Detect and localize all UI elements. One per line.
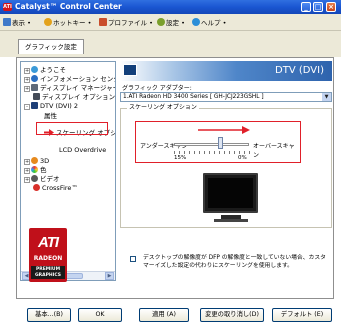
welcome-icon	[31, 66, 38, 73]
monitor-icon	[123, 64, 137, 76]
menu-preferences[interactable]: 設定 •	[157, 18, 185, 28]
slider-tick	[219, 151, 220, 154]
scaling-slider-box: アンダースキャン オーバースキャン 15% 0%	[135, 121, 301, 163]
defaults-button[interactable]: デフォルト (E)	[272, 308, 332, 322]
color-icon	[31, 166, 38, 173]
tree-item-lcd-overdrive[interactable]: LCD Overdrive	[59, 146, 106, 154]
slider-tick	[244, 151, 245, 154]
tree-item-information-center[interactable]: + インフォメーション センタ	[24, 75, 115, 83]
page-title: DTV (DVI)	[275, 65, 324, 76]
main-panel: + ようこそ + インフォメーション センタ + ディスプレイ マネージャー ディスプ…	[16, 57, 334, 299]
maximize-button[interactable]: □	[313, 2, 323, 12]
tree-item-attributes[interactable]: 属性	[44, 112, 57, 120]
settings-page: DTV (DVI) グラフィック アダプター: 1.ATI Radeon HD …	[120, 61, 332, 297]
tv-icon	[31, 102, 38, 109]
direction-arrow-icon	[198, 126, 250, 134]
scroll-right-icon[interactable]: ▶	[105, 272, 114, 280]
view-icon	[3, 18, 11, 26]
adapter-label: グラフィック アダプター:	[122, 85, 192, 92]
slider-tick	[174, 151, 175, 154]
adapter-dropdown[interactable]: 1.ATI Radeon HD 3400 Series [ GH-JCJ223G…	[120, 92, 332, 102]
basic-button[interactable]: 基本...(B)	[27, 308, 71, 322]
overscan-label: オーバースキャン	[253, 143, 295, 159]
tab-strip: グラフィック設定	[0, 31, 341, 57]
crossfire-icon	[33, 184, 40, 191]
ati-app-icon: ATI	[3, 3, 12, 11]
tree-item-dtv-dvi[interactable]: - DTV (DVI) 2	[24, 102, 78, 110]
help-icon	[192, 18, 200, 26]
gpu-scaling-description: デスクトップの解像度が DFP の解像度と一致していない場合、カスタマーイズした…	[143, 255, 326, 269]
min-percent-label: 15%	[174, 155, 187, 161]
slider-tick	[234, 151, 235, 154]
tv-preview	[203, 173, 258, 213]
slider-tick	[229, 151, 230, 154]
menu-view[interactable]: 表示 •	[3, 18, 31, 28]
slider-tick	[189, 151, 190, 154]
group-title: スケーリング オプション	[127, 104, 199, 112]
slider-tick	[214, 151, 215, 154]
info-icon	[31, 75, 38, 82]
display-options-icon	[33, 93, 40, 100]
tab-graphics-settings[interactable]: グラフィック設定	[18, 39, 84, 54]
tree-item-display-manager[interactable]: + ディスプレイ マネージャー	[24, 84, 115, 92]
tree-item-crossfire[interactable]: CrossFire™	[33, 184, 78, 192]
ati-radeon-logo: ATI RADEON PREMIUM GRAPHICS	[29, 228, 67, 282]
slider-tick	[224, 151, 225, 154]
tree-item-video[interactable]: + ビデオ	[24, 175, 60, 183]
profile-icon	[99, 18, 107, 26]
gpu-scaling-checkbox[interactable]	[130, 256, 136, 262]
tv-base	[214, 219, 248, 222]
video-icon	[31, 175, 38, 182]
3d-icon	[31, 157, 38, 164]
tree-item-display-options[interactable]: ディスプレイ オプション	[33, 93, 115, 101]
display-manager-icon	[31, 84, 38, 91]
slider-tick	[239, 151, 240, 154]
ok-button[interactable]: OK	[78, 308, 122, 322]
tree-item-3d[interactable]: +3D	[24, 157, 49, 165]
apply-button[interactable]: 適用 (A)	[139, 308, 189, 322]
settings-icon	[157, 18, 165, 26]
slider-tick	[199, 151, 200, 154]
tree-item-color[interactable]: + 色	[24, 166, 47, 174]
title-bar: ATI Catalyst™ Control Center _ □ ×	[0, 0, 341, 14]
window-title: Catalyst™ Control Center	[15, 2, 122, 11]
tree-item-welcome[interactable]: + ようこそ	[24, 66, 66, 74]
adapter-value: 1.ATI Radeon HD 3400 Series [ GH-JCJ223G…	[123, 94, 264, 100]
max-percent-label: 0%	[238, 155, 247, 161]
scaling-slider-thumb[interactable]	[217, 137, 223, 149]
slider-tick	[194, 151, 195, 154]
chevron-down-icon[interactable]: ▼	[322, 93, 331, 101]
slider-tick	[184, 151, 185, 154]
page-banner: DTV (DVI)	[120, 61, 332, 81]
minimize-button[interactable]: _	[301, 2, 311, 12]
hotkey-icon	[44, 18, 52, 26]
menu-help[interactable]: ヘルプ •	[192, 18, 226, 28]
menu-profiles[interactable]: プロファイル •	[99, 18, 153, 28]
slider-tick	[249, 151, 250, 154]
slider-tick	[209, 151, 210, 154]
discard-button[interactable]: 変更の取り消し(D)	[200, 308, 264, 322]
menu-bar: 表示 • ホットキー • プロファイル • 設定 • ヘルプ •	[0, 14, 341, 31]
scaling-options-group: スケーリング オプション アンダースキャン オーバースキャン 15% 0%	[120, 104, 332, 228]
slider-tick	[179, 151, 180, 154]
close-button[interactable]: ×	[326, 2, 336, 12]
scaling-slider-track[interactable]	[174, 143, 249, 146]
menu-hotkeys[interactable]: ホットキー •	[44, 18, 91, 28]
slider-tick	[204, 151, 205, 154]
selection-highlight-box	[36, 122, 108, 135]
